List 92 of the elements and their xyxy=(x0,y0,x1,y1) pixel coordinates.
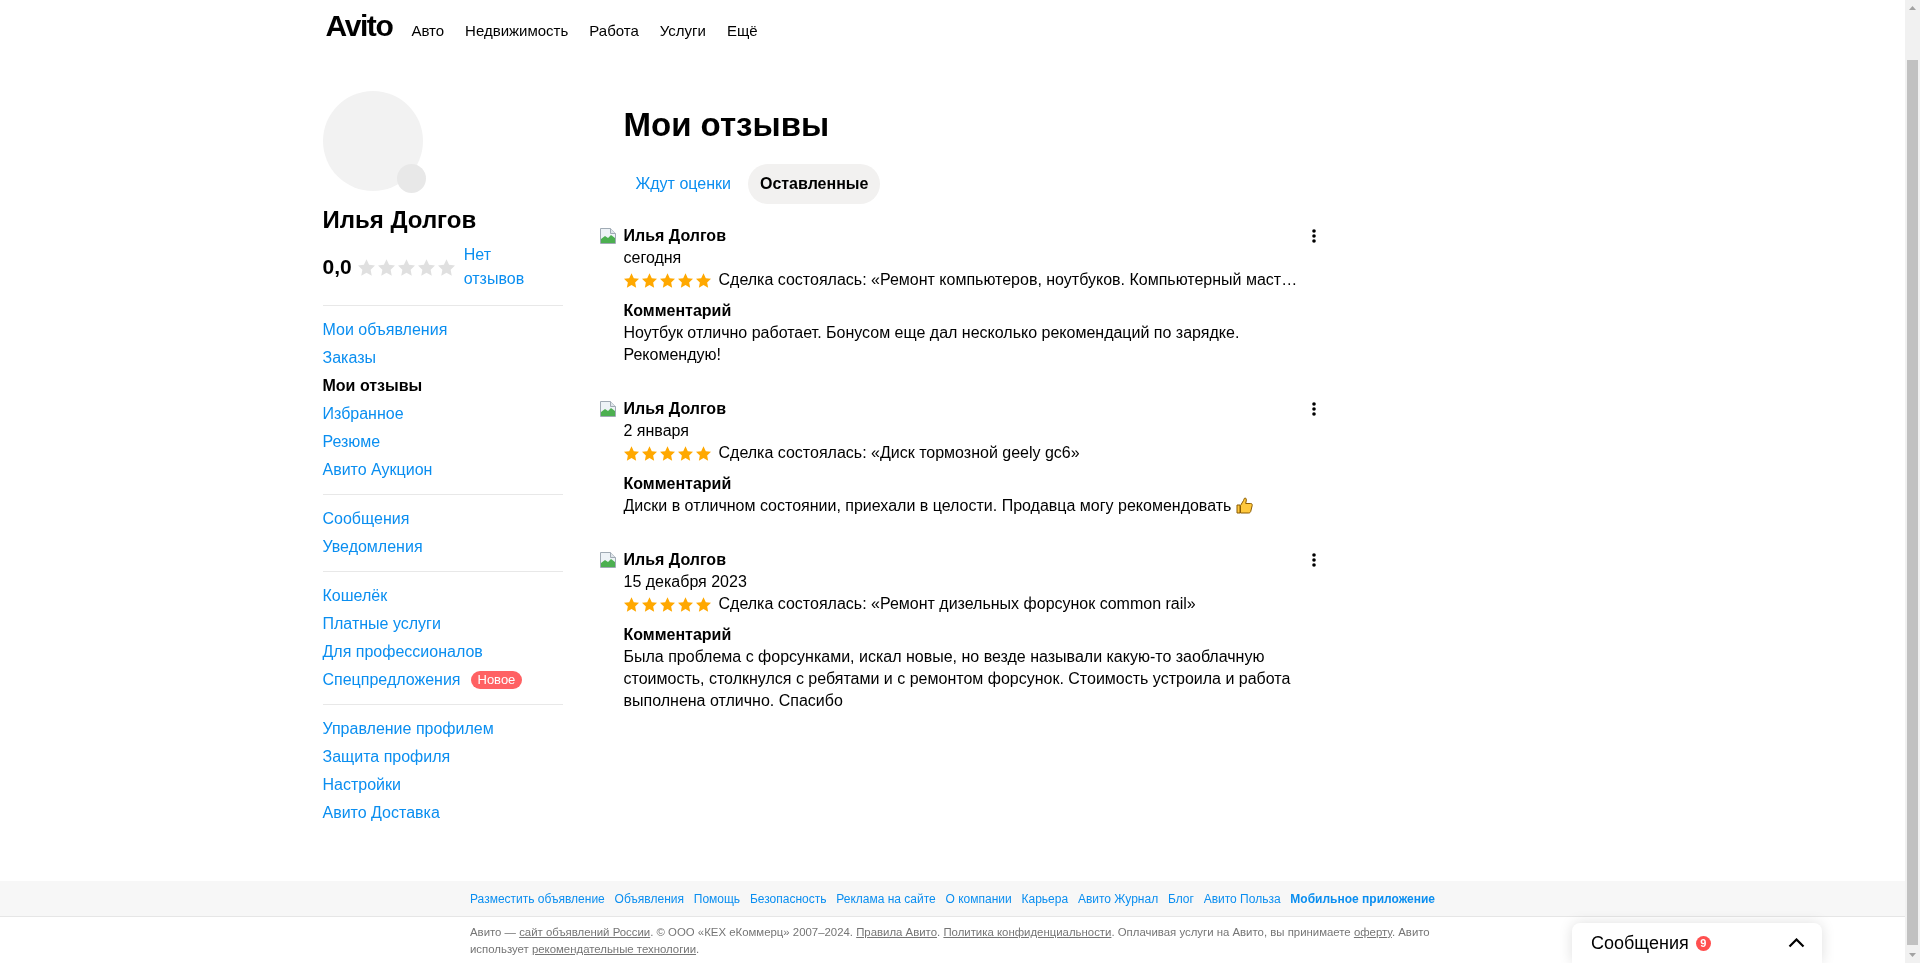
broken-image-icon xyxy=(599,552,616,568)
scroll-down-arrow-icon[interactable] xyxy=(1909,953,1916,957)
filter-tab[interactable]: Ждут оценки xyxy=(623,164,743,204)
copyright-text: Авито — сайт объявлений России. © ООО «КЕХ еКоммерц» 2007–2024. Правила Авито. Политика конфиденциальности. Оплачивая услуги на Авито, вы принимаете оферту. Авито использует рекомендательные технологии. xyxy=(470,925,1431,957)
star-icon xyxy=(695,272,711,288)
sidebar-link[interactable]: Мои объявления xyxy=(322,316,448,344)
star-icon xyxy=(695,445,711,461)
footer-link[interactable]: Мобильное приложение xyxy=(1290,891,1435,906)
footer-link[interactable]: Карьера xyxy=(1021,891,1069,906)
nav-link[interactable]: Авто xyxy=(411,21,445,39)
sidebar-link[interactable]: Сообщения xyxy=(322,505,410,533)
unread-count-badge: 9 xyxy=(1695,935,1711,951)
page-title: Мои отзывы xyxy=(623,105,830,145)
nav-link[interactable]: Услуги xyxy=(659,21,706,39)
review-date: сегодня xyxy=(623,248,682,268)
comment-text: Была проблема с форсунками, искал новые, но везде называли какую-то заоблачную стоимость, столкнулся с ребятами и с ремонтом форсунок. Стоимость устроила и работа выполнена отлично. Спасибо xyxy=(623,648,1291,709)
sidebar-link[interactable]: Управление профилем xyxy=(322,715,494,743)
star-icon xyxy=(397,258,415,276)
more-button[interactable] xyxy=(1311,402,1316,416)
review-author: Илья Долгов xyxy=(623,226,726,246)
nav-link[interactable]: Недвижимость xyxy=(465,21,569,39)
sidebar-link[interactable]: Резюме xyxy=(322,428,381,456)
sidebar-link[interactable]: Избранное xyxy=(322,400,404,428)
more-button[interactable] xyxy=(1311,229,1316,243)
sidebar-link[interactable]: Мои отзывы xyxy=(322,372,423,400)
sidebar-link[interactable]: Платные услуги xyxy=(322,610,441,638)
star-icon xyxy=(377,258,395,276)
sidebar-link[interactable]: Для профессионалов xyxy=(322,638,483,666)
footer-link[interactable]: Разместить объявление xyxy=(470,891,605,906)
star-icon xyxy=(659,596,675,612)
rating-value: 0,0 xyxy=(322,255,352,279)
star-icon xyxy=(417,258,435,276)
footer-link[interactable]: Блог xyxy=(1167,891,1194,906)
footer-link[interactable]: Авито Польза xyxy=(1203,891,1281,906)
deal-title: Сделка состоялась: «Ремонт дизельных форсунок common rail» xyxy=(718,594,1196,614)
filter-tab[interactable]: Оставленные xyxy=(747,164,881,204)
nav-link[interactable]: Ещё xyxy=(726,21,758,39)
sidebar-link[interactable]: Защита профиля xyxy=(322,743,451,771)
star-icon xyxy=(641,272,657,288)
avito-logo[interactable]: Avito xyxy=(325,11,393,41)
more-button[interactable] xyxy=(1311,553,1316,567)
comment-text: Ноутбук отлично работает. Бонусом еще дал несколько рекомендаций по зарядке. Рекомендую! xyxy=(623,324,1240,363)
broken-image-icon xyxy=(599,401,616,417)
profile-name: Илья Долгов xyxy=(322,205,477,235)
messages-button[interactable]: Сообщения 9 xyxy=(1572,923,1822,963)
footer-link[interactable]: Безопасность xyxy=(749,891,827,906)
nav-link[interactable]: Работа xyxy=(589,21,639,39)
deal-title: Сделка состоялась: «Диск тормозной geely gc6» xyxy=(718,443,1080,463)
star-icon xyxy=(659,445,675,461)
star-icon xyxy=(677,272,693,288)
star-icon xyxy=(641,445,657,461)
kebab-menu-icon xyxy=(1311,229,1316,243)
star-icon xyxy=(677,445,693,461)
kebab-menu-icon xyxy=(1311,553,1316,567)
comment-label: Комментарий xyxy=(623,301,732,321)
sidebar-link[interactable]: Кошелёк xyxy=(322,582,388,610)
sidebar-link[interactable]: Заказы xyxy=(322,344,376,372)
star-icon xyxy=(357,258,375,276)
star-icon xyxy=(641,596,657,612)
footer-link[interactable]: Объявления xyxy=(614,891,684,906)
footer-link[interactable]: Реклама на сайте xyxy=(836,891,936,906)
sidebar-link[interactable]: Авито Аукцион xyxy=(322,456,433,484)
star-icon xyxy=(695,596,711,612)
broken-image-icon xyxy=(599,228,616,244)
review-date: 15 декабря 2023 xyxy=(623,572,747,592)
sidebar-link[interactable]: Спецпредложения xyxy=(322,666,461,694)
footer-link[interactable]: Авито Журнал xyxy=(1077,891,1159,906)
star-icon xyxy=(659,272,675,288)
review-author: Илья Долгов xyxy=(623,550,726,570)
comment-label: Комментарий xyxy=(623,474,732,494)
footer-link[interactable]: О компании xyxy=(945,891,1012,906)
scrollbar-thumb[interactable] xyxy=(1907,60,1918,945)
review-author: Илья Долгов xyxy=(623,399,726,419)
star-icon xyxy=(437,258,455,276)
review-date: 2 января xyxy=(623,421,689,441)
footer-link[interactable]: Помощь xyxy=(693,891,741,906)
kebab-menu-icon xyxy=(1311,402,1316,416)
sidebar-link[interactable]: Авито Доставка xyxy=(322,799,440,827)
scrollbar-track[interactable] xyxy=(1905,0,1920,963)
star-icon xyxy=(623,272,639,288)
scroll-up-arrow-icon[interactable] xyxy=(1909,6,1916,10)
star-icon xyxy=(623,596,639,612)
comment-text: Диски в отличном состоянии, приехали в целости. Продавца могу рекомендовать xyxy=(623,497,1232,514)
star-icon xyxy=(677,596,693,612)
sidebar-link[interactable]: Уведомления xyxy=(322,533,423,561)
comment-label: Комментарий xyxy=(623,625,732,645)
new-badge: Новое xyxy=(470,671,523,689)
deal-title: Сделка состоялась: «Ремонт компьютеров, ноутбуков. Компьютерный маст… xyxy=(718,270,1298,290)
star-icon xyxy=(623,445,639,461)
sidebar-link[interactable]: Настройки xyxy=(322,771,401,799)
legal-link[interactable]: оферту xyxy=(1353,926,1392,938)
reviews-link[interactable]: Нет отзывов xyxy=(463,243,534,291)
